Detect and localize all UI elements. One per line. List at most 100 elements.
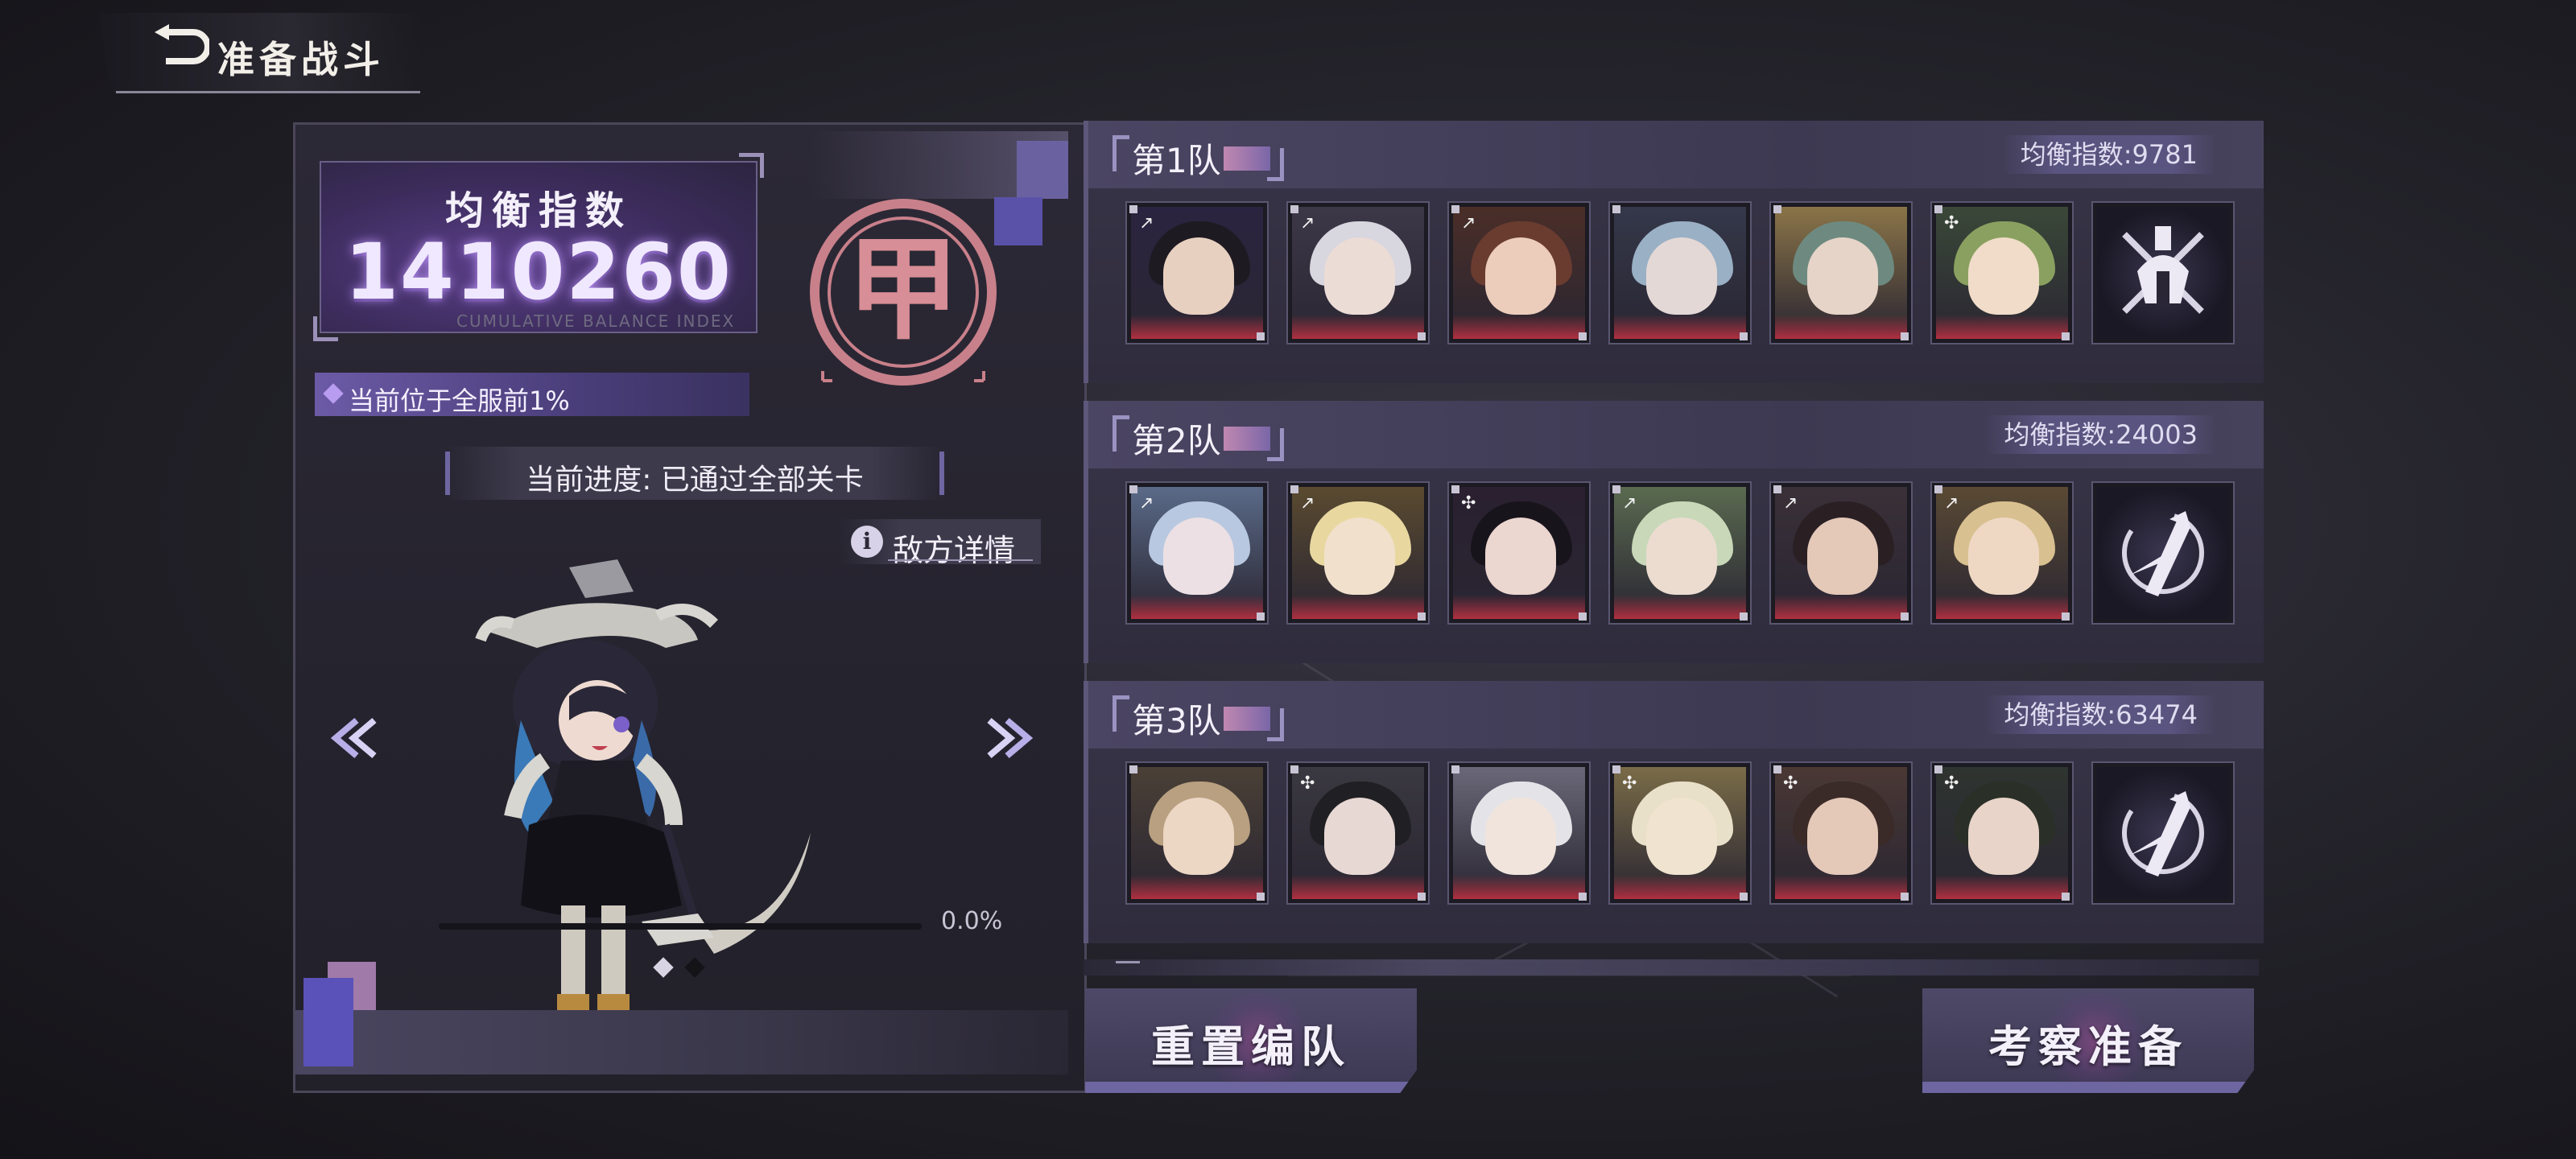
bracket-mark	[1267, 148, 1284, 181]
start-button-label: 考察准备	[1988, 1021, 2188, 1072]
rank-tag: 当前位于全服前1%	[315, 373, 749, 416]
corner-mark	[1773, 485, 1781, 493]
next-boss-arrow-icon[interactable]	[985, 714, 1036, 762]
enemy-details-underline	[888, 559, 1033, 561]
portrait-face	[1163, 518, 1234, 595]
class-icon: ↗	[1783, 493, 1798, 514]
portrait-face	[1485, 518, 1556, 595]
corner-mark	[1901, 893, 1909, 901]
team-name: 第2队	[1132, 421, 1221, 460]
deco-square	[1017, 141, 1068, 199]
header-underline	[116, 91, 420, 93]
progress-box: 当前进度: 已通过全部关卡	[445, 447, 944, 500]
portrait-face	[1646, 518, 1717, 595]
enemy-details-label: 敌方详情	[893, 533, 1016, 568]
blade-emblem-icon	[2122, 791, 2204, 876]
corner-mark	[1129, 765, 1137, 773]
portrait-base	[1936, 875, 2068, 899]
character-portrait[interactable]: ✣	[1288, 763, 1428, 903]
corner-mark	[1740, 612, 1748, 621]
portrait-base	[1453, 595, 1585, 619]
corner-mark	[2062, 893, 2070, 901]
class-icon: ✣	[1783, 773, 1798, 794]
reset-team-label: 重置编队	[1151, 1021, 1351, 1072]
class-icon: ✣	[1461, 493, 1476, 514]
page-dot-active[interactable]	[653, 957, 674, 978]
character-portrait[interactable]	[1771, 203, 1911, 343]
back-arrow-icon[interactable]	[151, 24, 209, 72]
character-portrait[interactable]: ↗	[1771, 483, 1911, 623]
character-portrait[interactable]: ✣	[1449, 483, 1589, 623]
portrait-face	[1646, 798, 1717, 875]
progress-text: 当前进度: 已通过全部关卡	[526, 464, 864, 497]
team-name-accent	[1224, 707, 1270, 731]
portrait-face	[1968, 798, 2039, 875]
portrait-base	[1614, 315, 1746, 339]
blade-emblem-icon	[2122, 511, 2204, 596]
character-portrait[interactable]	[1449, 763, 1589, 903]
corner-mark	[1740, 893, 1748, 901]
corner-mark	[1257, 612, 1265, 621]
corner-mark	[1901, 332, 1909, 340]
guardian-emblem-icon[interactable]	[2093, 203, 2233, 343]
character-portrait[interactable]: ↗	[1932, 483, 2072, 623]
corner-mark	[1290, 205, 1298, 213]
bracket-mark	[1113, 415, 1129, 452]
boss-panel: 均衡指数 1410260 CUMULATIVE BALANCE INDEX 甲 …	[293, 122, 1087, 1093]
enemy-details-button[interactable]: i 敌方详情	[840, 519, 1041, 568]
portrait-face	[1324, 237, 1395, 315]
character-portrait[interactable]: ✣	[1932, 203, 2072, 343]
team-name-accent	[1224, 427, 1270, 451]
team-score: 均衡指数:63474	[2004, 699, 2198, 730]
portrait-base	[1775, 315, 1907, 339]
portrait-base	[1131, 875, 1263, 899]
divider-tick	[1116, 961, 1140, 963]
portrait-base	[1292, 875, 1424, 899]
guardian-emblem-icon	[2122, 226, 2204, 314]
team-score: 均衡指数:9781	[2020, 139, 2198, 170]
bracket-mark	[1267, 708, 1284, 741]
prev-boss-arrow-icon[interactable]	[328, 714, 379, 762]
character-portrait[interactable]: ↗	[1288, 483, 1428, 623]
corner-mark	[1773, 765, 1781, 773]
team-score-box: 均衡指数:24003	[1986, 415, 2215, 454]
portrait-face	[1646, 237, 1717, 315]
corner-mark	[1934, 205, 1942, 213]
character-portrait[interactable]	[1610, 203, 1750, 343]
character-portrait[interactable]: ✣	[1771, 763, 1911, 903]
team-card: 第3队 均衡指数:63474 ✣ ✣ ✣ ✣	[1084, 681, 2264, 943]
corner-mark	[1934, 485, 1942, 493]
button-underline	[1085, 1082, 1417, 1093]
portrait-face	[1968, 518, 2039, 595]
info-icon: i	[851, 526, 883, 558]
portrait-face	[1807, 518, 1878, 595]
character-portrait[interactable]: ✣	[1610, 763, 1750, 903]
character-portrait[interactable]: ↗	[1288, 203, 1428, 343]
page-title: 准备战斗	[217, 38, 385, 81]
corner-mark	[1612, 765, 1620, 773]
start-button[interactable]: 考察准备	[1922, 988, 2254, 1093]
blade-emblem-icon[interactable]	[2093, 763, 2233, 903]
portrait-base	[1936, 315, 2068, 339]
portrait-face	[1807, 798, 1878, 875]
character-portrait[interactable]: ↗	[1610, 483, 1750, 623]
corner-mark	[1451, 485, 1459, 493]
page-dot[interactable]	[684, 957, 705, 978]
corner-mark	[1451, 765, 1459, 773]
portrait-base	[1131, 595, 1263, 619]
character-portrait[interactable]: ✣	[1932, 763, 2072, 903]
character-portrait[interactable]: ↗	[1127, 203, 1267, 343]
character-portrait[interactable]	[1127, 763, 1267, 903]
character-portrait[interactable]: ↗	[1127, 483, 1267, 623]
corner-mark	[1612, 205, 1620, 213]
character-portrait[interactable]: ↗	[1449, 203, 1589, 343]
reset-team-button[interactable]: 重置编队	[1085, 988, 1417, 1093]
team-name-accent	[1224, 146, 1270, 171]
portrait-base	[1453, 315, 1585, 339]
blade-emblem-icon[interactable]	[2093, 483, 2233, 623]
portrait-face	[1324, 518, 1395, 595]
portrait-face	[1324, 798, 1395, 875]
portrait-base	[1775, 875, 1907, 899]
corner-mark	[313, 316, 338, 341]
class-icon: ↗	[1461, 213, 1476, 233]
